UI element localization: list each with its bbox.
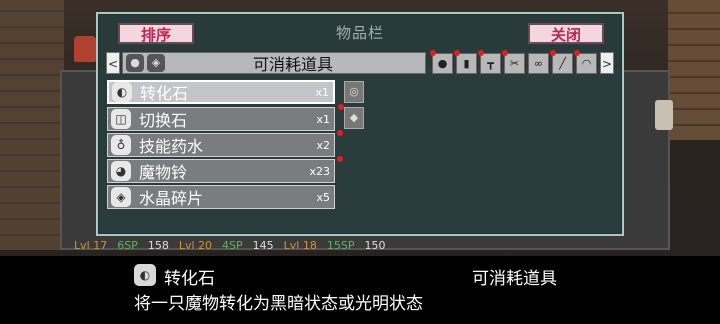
scroll-icon[interactable]: ✂: [502, 49, 525, 74]
notification-dot: [454, 49, 460, 56]
notification-dot: [337, 130, 343, 136]
selected-item-name: 转化石: [164, 269, 215, 289]
close-button[interactable]: 关闭: [528, 23, 604, 44]
item-info-bar: ◐ 转化石 可消耗道具 将一只魔物转化为黑暗状态或光明状态: [0, 256, 720, 324]
stat-level: Lvl 17: [74, 238, 108, 252]
potion-flask-icon: ♁: [111, 135, 131, 155]
potion-bag-icon[interactable]: ●: [430, 49, 453, 74]
item-quantity: x23: [309, 164, 330, 178]
category-tab-consumables[interactable]: ● ◈ 可消耗道具: [122, 52, 426, 74]
inventory-window: 排序 物品栏 关闭 < ● ◈ 可消耗道具 ● ▮ ┳ ✂ ∞ ╱ ◠ > ◐ …: [96, 12, 624, 236]
item-slot-crystal-shard[interactable]: ◈ 水晶碎片 x5: [107, 185, 335, 209]
stat-value: 158: [147, 238, 169, 252]
notification-dot: [338, 104, 344, 110]
item-name: 技能药水: [139, 137, 204, 156]
notification-dot: [478, 49, 484, 56]
crystal-icon: ◈: [147, 54, 165, 72]
notification-dot: [502, 49, 508, 56]
brick-wall-right: [668, 0, 720, 140]
swirl-stone-icon: ◐: [134, 264, 156, 286]
bell-icon: ◕: [111, 161, 131, 181]
category-bar: < ● ◈ 可消耗道具 ● ▮ ┳ ✂ ∞ ╱ ◠ >: [106, 49, 616, 74]
item-quantity: x5: [316, 190, 330, 204]
item-name: 切换石: [139, 111, 188, 130]
swirl-stone-icon: ◐: [112, 82, 132, 102]
item-slot-conversion-stone[interactable]: ◐ 转化石 x1: [107, 80, 335, 104]
item-slot-skill-potion[interactable]: ♁ 技能药水 x2: [107, 133, 335, 157]
category-icons: ● ▮ ┳ ✂ ∞ ╱ ◠: [430, 49, 597, 74]
item-name: 转化石: [140, 84, 189, 103]
player-character-sprite: [74, 36, 96, 62]
stat-value: 150: [364, 238, 386, 252]
category-next-arrow[interactable]: >: [600, 52, 614, 74]
stat-value: 145: [252, 238, 274, 252]
npc-sprite: [655, 100, 673, 130]
item-slot-monster-bell[interactable]: ◕ 魔物铃 x23: [107, 159, 335, 183]
selected-item-description: 将一只魔物转化为黑暗状态或光明状态: [134, 294, 423, 314]
item-quantity: x2: [316, 138, 330, 152]
notification-dot: [337, 156, 343, 162]
jar-icon[interactable]: ▮: [454, 49, 477, 74]
stat-sp: 4SP: [222, 238, 243, 252]
bag-icon: ●: [126, 54, 144, 72]
hat-icon[interactable]: ◠: [574, 49, 597, 74]
category-prev-arrow[interactable]: <: [106, 52, 120, 74]
item-slot-switch-stone[interactable]: ◫ 切换石 x1: [107, 107, 335, 131]
item-quantity: x1: [316, 112, 330, 126]
notification-dot: [574, 49, 580, 56]
stat-level: Lvl 20: [178, 238, 213, 252]
item-name: 魔物铃: [139, 163, 188, 182]
item-quantity: x1: [315, 85, 329, 99]
stat-level: Lvl 18: [283, 238, 317, 252]
switch-stone-icon: ◫: [111, 109, 131, 129]
whistle-icon[interactable]: ∞: [528, 52, 549, 74]
stat-sp: 6SP: [117, 238, 138, 252]
item-name: 水晶碎片: [139, 189, 204, 208]
notification-dot: [430, 49, 436, 56]
category-label: 可消耗道具: [253, 55, 334, 74]
stat-sp: 15SP: [326, 238, 355, 252]
brush-icon[interactable]: ╱: [550, 49, 573, 74]
notification-dot: [550, 49, 556, 56]
crystal-shard-icon: ◈: [111, 187, 131, 207]
hammer-icon[interactable]: ┳: [478, 49, 501, 74]
brick-wall-left: [0, 0, 64, 250]
gem-icon[interactable]: ◆: [344, 107, 364, 129]
selected-item-category: 可消耗道具: [472, 269, 557, 289]
background-stats-strip: Lvl 17 6SP 158 Lvl 20 4SP 145 Lvl 18 15S…: [60, 234, 670, 256]
orb-icon[interactable]: ◎: [344, 81, 364, 103]
